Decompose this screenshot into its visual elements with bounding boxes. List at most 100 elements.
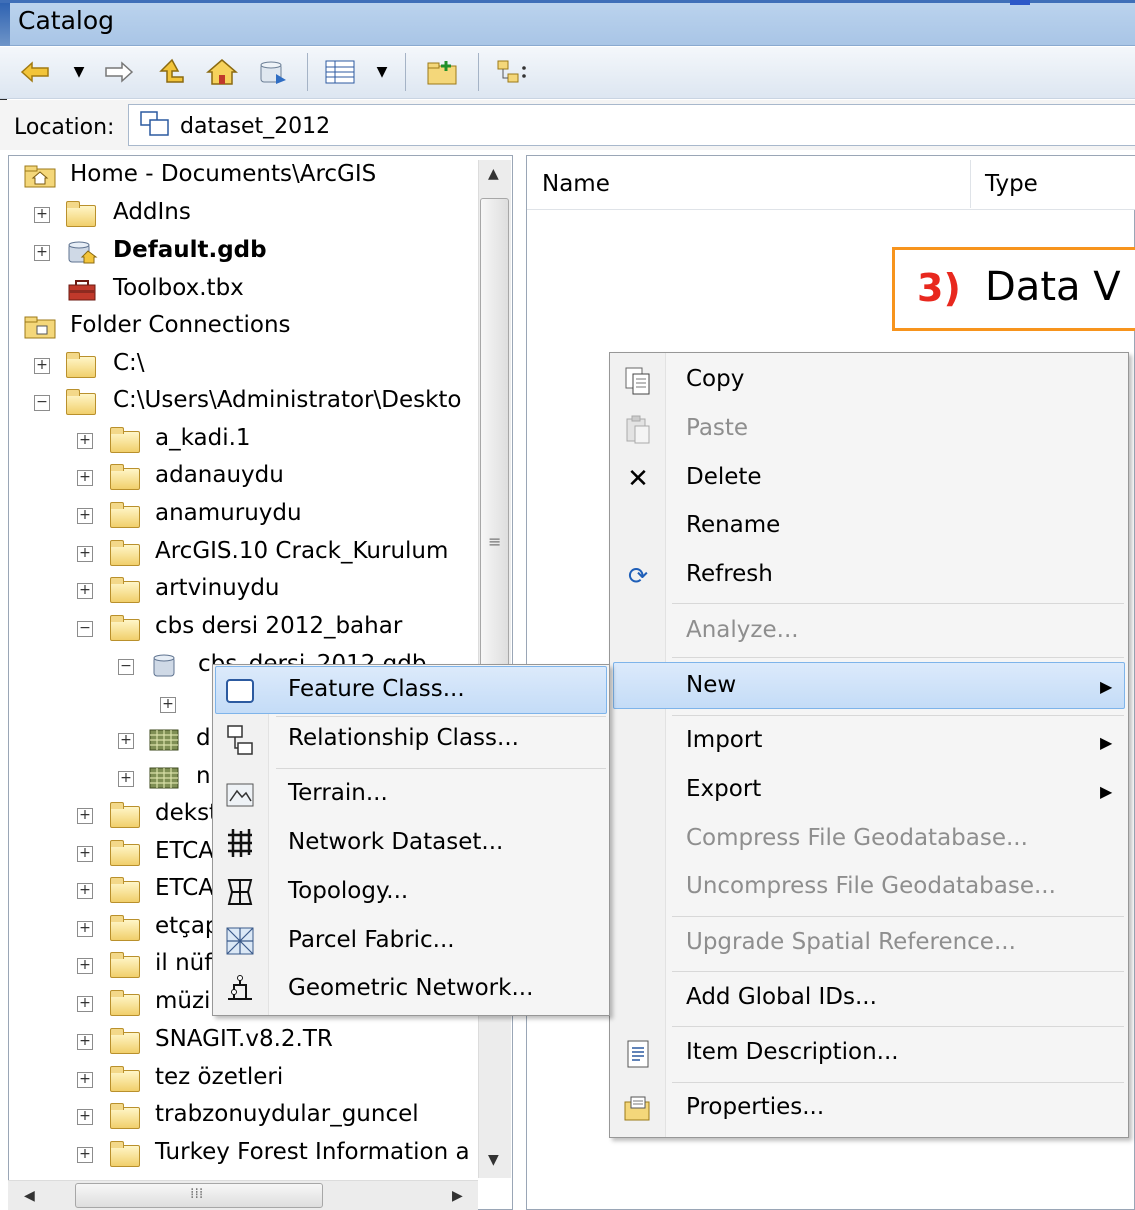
expand-icon[interactable]: + [77, 470, 93, 486]
menu-item-rename[interactable]: Rename [686, 512, 780, 538]
menu-item-copy[interactable]: Copy [686, 366, 744, 392]
location-value[interactable]: dataset_2012 [180, 114, 330, 139]
expand-icon[interactable]: + [77, 508, 93, 524]
collapse-icon[interactable]: − [77, 621, 93, 637]
toolbar-separator [307, 53, 308, 91]
title-bar: Catalog [0, 0, 1135, 46]
expand-icon[interactable]: + [34, 358, 50, 374]
submenu-item-parcel-fabric[interactable]: Parcel Fabric... [288, 927, 455, 953]
folder-connection-icon [66, 389, 96, 415]
expand-icon[interactable]: + [118, 733, 134, 749]
collapse-icon[interactable]: − [34, 395, 50, 411]
network-dataset-icon [222, 826, 258, 860]
tree-label: Turkey Forest Information a [155, 1139, 470, 1165]
expand-icon[interactable]: + [77, 583, 93, 599]
menu-separator [672, 1026, 1124, 1027]
submenu-item-terrain[interactable]: Terrain... [288, 780, 388, 806]
properties-icon [622, 1093, 654, 1125]
annotation-box: 3) Data V [892, 247, 1135, 331]
column-type-header[interactable]: Type [985, 171, 1038, 197]
submenu-separator [276, 768, 606, 769]
submenu-separator [276, 716, 606, 717]
submenu-item-topology[interactable]: Topology... [288, 878, 408, 904]
expand-icon[interactable]: + [77, 921, 93, 937]
scroll-left-icon[interactable]: ◀ [24, 1188, 35, 1204]
expand-icon[interactable]: + [34, 245, 50, 261]
submenu-arrow-icon: ▶ [1100, 677, 1113, 696]
scroll-right-icon[interactable]: ▶ [452, 1188, 463, 1204]
annotation-text: Data V [985, 264, 1121, 310]
scroll-down-icon[interactable]: ▼ [488, 1152, 499, 1168]
expand-icon[interactable]: + [34, 207, 50, 223]
folder-connections-icon [24, 314, 56, 340]
scroll-up-icon[interactable]: ▲ [488, 166, 499, 182]
submenu-item-feature-class[interactable]: Feature Class... [288, 676, 465, 702]
submenu-item-geometric-network[interactable]: Geometric Network... [288, 975, 533, 1001]
folder-icon [110, 1066, 140, 1092]
expand-icon[interactable]: + [77, 1072, 93, 1088]
views-dropdown-icon[interactable]: ▼ [373, 55, 391, 89]
window-title: Catalog [18, 6, 115, 35]
menu-item-item-description[interactable]: Item Description... [686, 1039, 899, 1065]
folder-icon [110, 990, 140, 1016]
tree-label: Toolbox.tbx [113, 275, 244, 301]
folder-icon [110, 952, 140, 978]
column-name-header[interactable]: Name [542, 171, 610, 197]
expand-icon[interactable]: + [77, 808, 93, 824]
back-dropdown-icon[interactable]: ▼ [70, 55, 88, 89]
toolbar-separator [405, 53, 406, 91]
topology-icon [222, 875, 258, 909]
tree-label: cbs dersi 2012_bahar [155, 613, 403, 639]
up-one-level-icon[interactable] [155, 55, 189, 89]
expand-icon[interactable]: + [77, 883, 93, 899]
views-icon[interactable] [323, 55, 357, 89]
tree-label: Home - Documents\ArcGIS [70, 161, 377, 187]
expand-icon[interactable]: + [77, 1109, 93, 1125]
tree-label: C:\Users\Administrator\Deskto [113, 387, 462, 413]
expand-icon[interactable]: + [77, 958, 93, 974]
menu-item-new[interactable]: New [686, 672, 736, 698]
folder-icon [110, 615, 140, 641]
expand-icon[interactable]: + [77, 546, 93, 562]
folder-icon [66, 201, 96, 227]
expand-icon[interactable]: + [160, 697, 176, 713]
tree-label: Default.gdb [113, 237, 267, 263]
back-icon[interactable] [18, 55, 52, 89]
expand-icon[interactable]: + [77, 846, 93, 862]
menu-item-export[interactable]: Export [686, 776, 761, 802]
collapse-icon[interactable]: − [118, 659, 134, 675]
menu-item-analyze: Analyze... [686, 617, 799, 643]
menu-item-properties[interactable]: Properties... [686, 1094, 824, 1120]
menu-item-import[interactable]: Import [686, 727, 762, 753]
expand-icon[interactable]: + [118, 771, 134, 787]
menu-separator [672, 971, 1124, 972]
menu-item-delete[interactable]: Delete [686, 464, 762, 490]
menu-item-uncompress: Uncompress File Geodatabase... [686, 873, 1056, 899]
folder-icon [110, 1141, 140, 1167]
forward-icon[interactable] [102, 55, 136, 89]
folder-connection-icon [66, 352, 96, 378]
home-icon[interactable] [205, 55, 239, 89]
column-separator[interactable] [970, 160, 971, 208]
expand-icon[interactable]: + [77, 433, 93, 449]
tree-label: d [196, 725, 211, 751]
top-marker [1010, 0, 1030, 5]
connect-database-icon[interactable] [256, 55, 290, 89]
item-description-icon [622, 1038, 654, 1070]
submenu-item-relationship-class[interactable]: Relationship Class... [288, 725, 519, 751]
folder-icon [110, 577, 140, 603]
menu-item-refresh[interactable]: Refresh [686, 561, 773, 587]
column-header [527, 156, 1135, 210]
expand-icon[interactable]: + [77, 1147, 93, 1163]
toolbox-icon [66, 277, 96, 303]
new-folder-icon[interactable] [425, 55, 459, 89]
raster-icon [148, 765, 179, 791]
tree-label: SNAGIT.v8.2.TR [155, 1026, 333, 1052]
menu-separator [672, 1082, 1124, 1083]
submenu-item-network-dataset[interactable]: Network Dataset... [288, 829, 503, 855]
menu-item-add-global-ids[interactable]: Add Global IDs... [686, 984, 877, 1010]
scroll-grip-icon: ≡ [488, 532, 502, 551]
tree-toggle-icon[interactable] [495, 55, 529, 89]
expand-icon[interactable]: + [77, 1034, 93, 1050]
expand-icon[interactable]: + [77, 996, 93, 1012]
